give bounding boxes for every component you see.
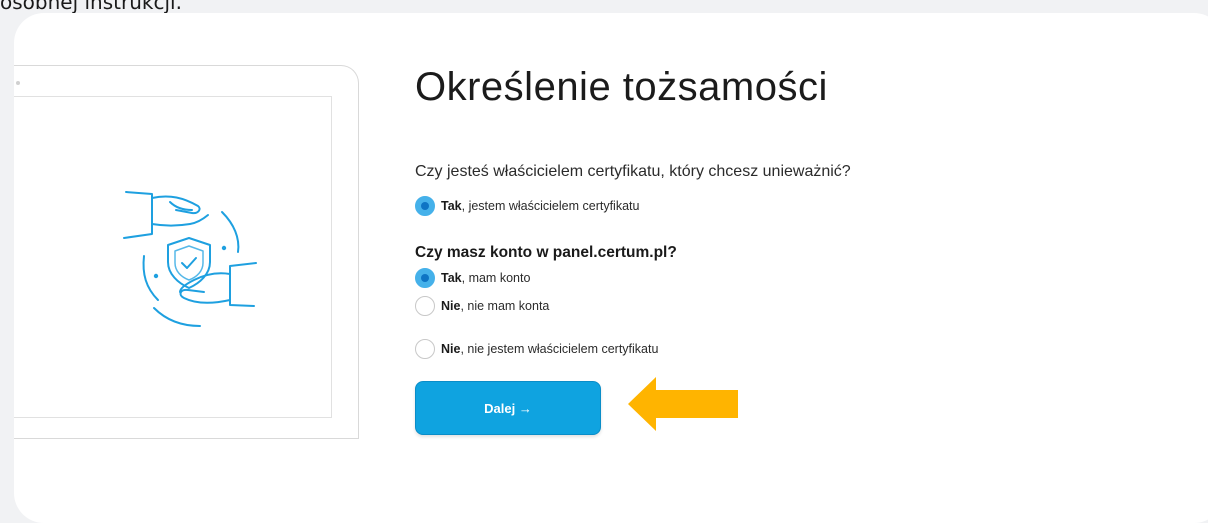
identity-card: Określenie tożsamości Czy jesteś właścic… <box>14 13 1208 523</box>
radio-account-yes[interactable]: Tak, mam konto <box>415 268 530 288</box>
radio-account-yes-label: Tak, mam konto <box>441 271 531 285</box>
radio-owner-no-control[interactable] <box>415 339 435 359</box>
radio-owner-yes-label: Tak, jestem właścicielem certyfikatu <box>441 199 640 213</box>
radio-account-no-label: Nie, nie mam konta <box>441 299 550 313</box>
pointer-arrow-icon <box>628 377 738 431</box>
account-question: Czy masz konto w panel.certum.pl? <box>415 244 677 261</box>
top-cut-text: osobnej instrukcji. <box>0 0 182 14</box>
radio-owner-no[interactable]: Nie, nie jestem właścicielem certyfikatu <box>415 339 658 359</box>
radio-account-no[interactable]: Nie, nie mam konta <box>415 296 549 316</box>
next-button[interactable]: Dalej → <box>415 381 601 435</box>
device-camera-dot <box>16 81 20 85</box>
page-title: Określenie tożsamości <box>415 65 828 109</box>
owner-question: Czy jesteś właścicielem certyfikatu, któ… <box>415 163 851 180</box>
radio-owner-no-label: Nie, nie jestem właścicielem certyfikatu <box>441 342 659 356</box>
radio-account-no-control[interactable] <box>415 296 435 316</box>
hands-shield-check-icon <box>123 191 257 327</box>
radio-account-yes-control[interactable] <box>415 268 435 288</box>
radio-owner-yes-control[interactable] <box>415 196 435 216</box>
radio-owner-yes[interactable]: Tak, jestem właścicielem certyfikatu <box>415 196 639 216</box>
